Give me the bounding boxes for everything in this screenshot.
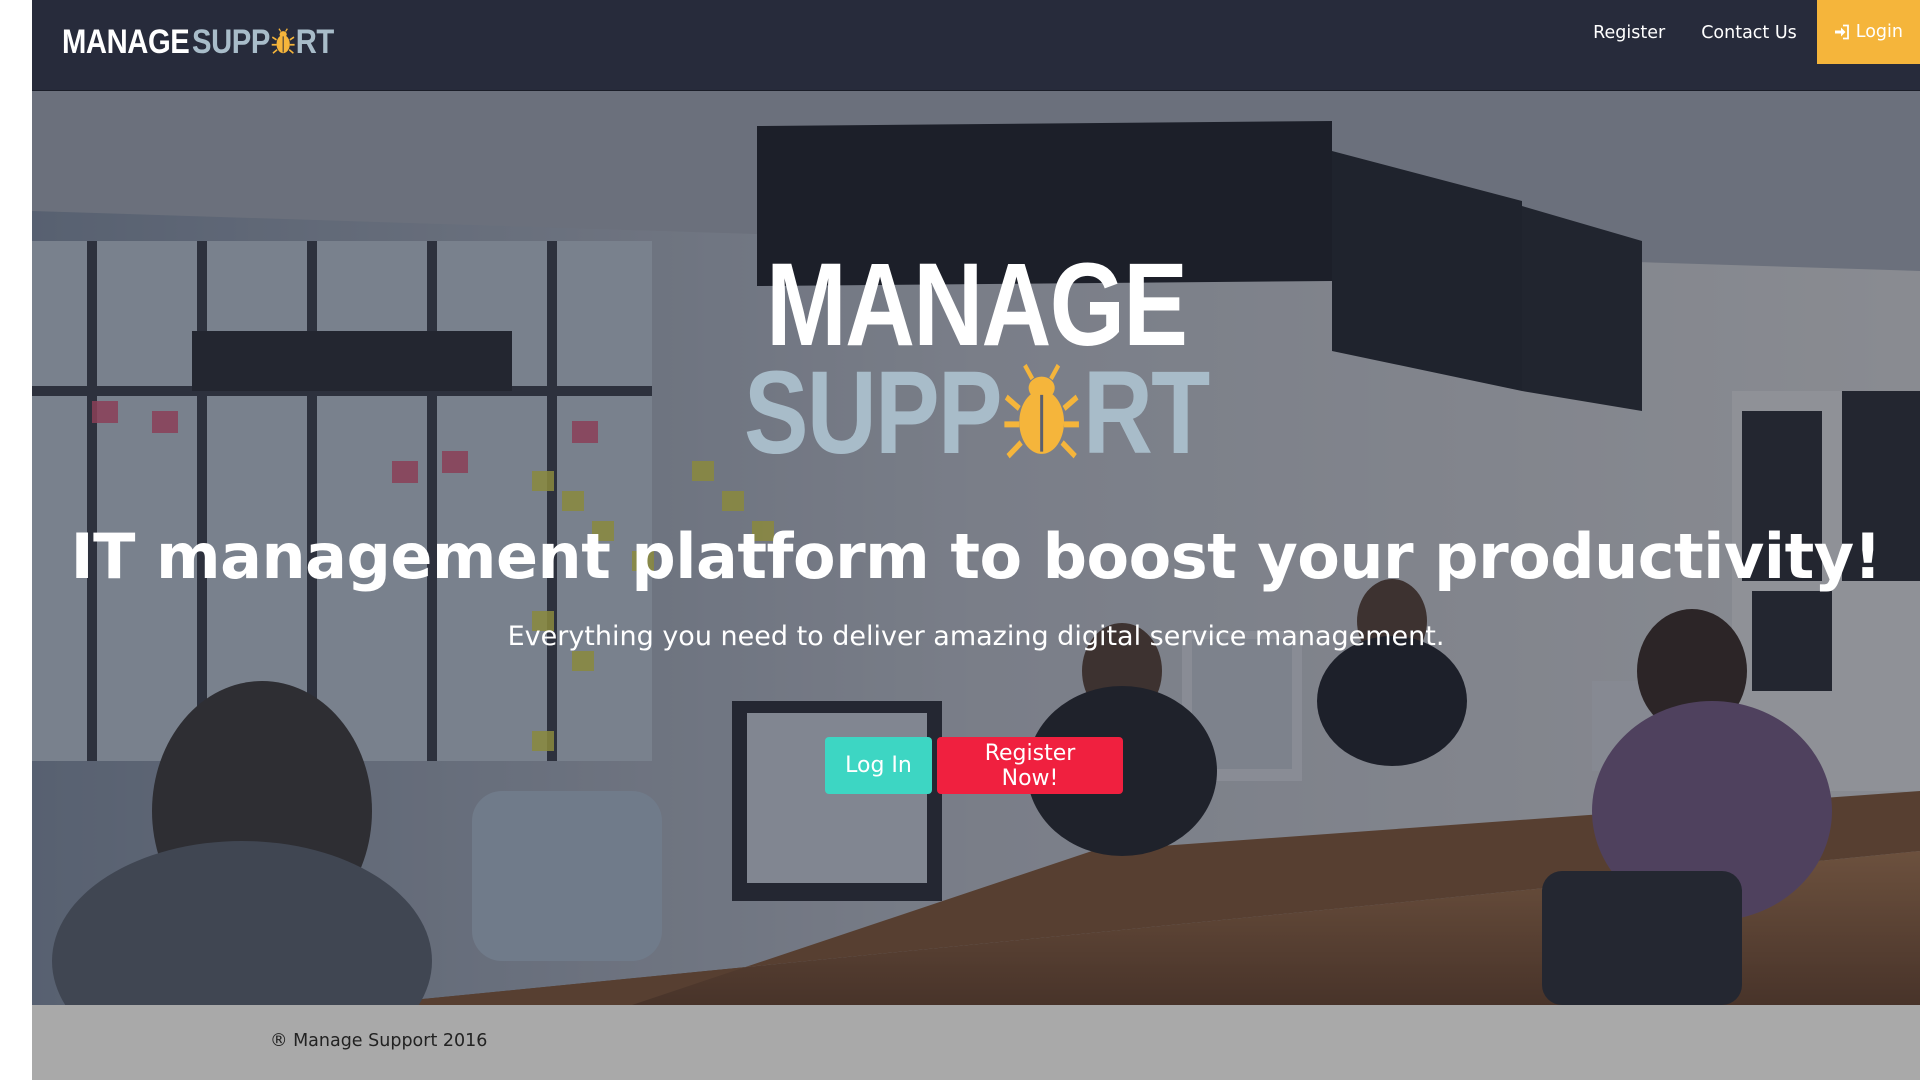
hero-login-button[interactable]: Log In bbox=[825, 737, 932, 794]
hero-title: IT management platform to boost your pro… bbox=[70, 520, 1882, 593]
nav-contact-link[interactable]: Contact Us bbox=[1683, 0, 1815, 64]
hero-logo-support-row: SUPP RT bbox=[32, 354, 1920, 472]
nav-login-label: Login bbox=[1855, 22, 1903, 42]
hero-register-button[interactable]: Register Now! bbox=[937, 737, 1123, 794]
bug-icon bbox=[1004, 363, 1079, 459]
brand-logo[interactable]: MANAGE SUPP RT bbox=[62, 22, 357, 62]
page: MANAGE SUPP RT Register Contact Us Login… bbox=[32, 0, 1920, 1080]
hero-subtitle: Everything you need to deliver amazing d… bbox=[507, 621, 1445, 652]
brand-support-suffix: RT bbox=[295, 22, 335, 61]
nav-links: Register Contact Us Login bbox=[1575, 0, 1920, 64]
hero-logo-support-suffix: RT bbox=[1082, 347, 1210, 479]
brand-word-support: SUPP RT bbox=[192, 23, 334, 62]
sign-in-icon bbox=[1834, 24, 1849, 40]
brand-support-prefix: SUPP bbox=[192, 22, 271, 61]
hero-section: MANAGE SUPP RT IT management platform to… bbox=[32, 91, 1920, 1005]
hero-logo-support-prefix: SUPP bbox=[743, 347, 1003, 479]
bug-icon bbox=[271, 28, 295, 54]
hero-logo-support: SUPP RT bbox=[743, 347, 1210, 479]
nav-register-link[interactable]: Register bbox=[1575, 0, 1683, 64]
hero-logo: MANAGE SUPP RT bbox=[32, 246, 1920, 472]
hero-actions: Log In Register Now! bbox=[32, 737, 1920, 794]
nav-login-button[interactable]: Login bbox=[1816, 0, 1920, 64]
brand-word-manage: MANAGE bbox=[62, 22, 190, 61]
footer: ® Manage Support 2016 bbox=[32, 1005, 1920, 1080]
navbar: MANAGE SUPP RT Register Contact Us Login bbox=[32, 0, 1920, 91]
footer-copyright: ® Manage Support 2016 bbox=[270, 1031, 488, 1051]
